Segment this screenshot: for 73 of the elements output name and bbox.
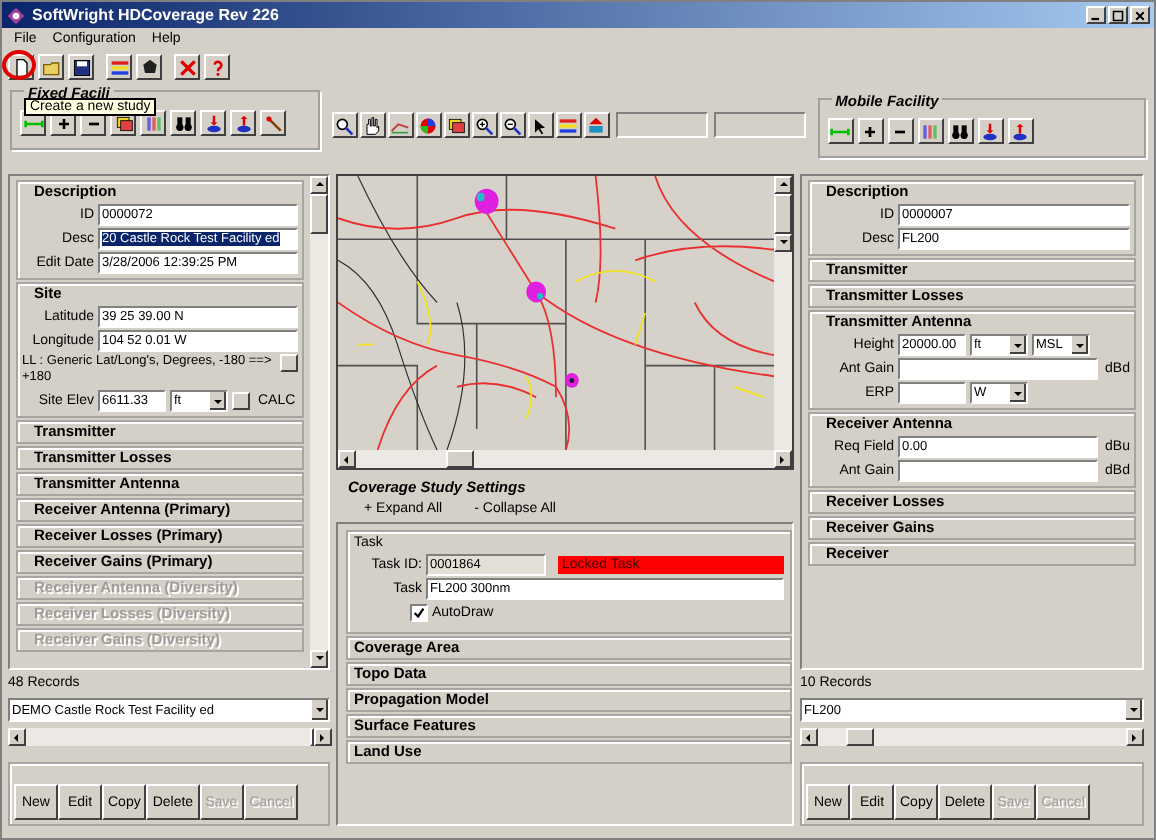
color-stripes-button[interactable] (106, 54, 132, 80)
minus-button[interactable] (887, 118, 914, 144)
dish-arrow-down-button[interactable] (977, 118, 1004, 144)
close-button[interactable] (1130, 6, 1150, 24)
folder-icon (41, 57, 61, 77)
app-icon (6, 5, 26, 25)
layers-icon (113, 113, 133, 133)
delete-icon (177, 57, 197, 77)
search-icon (334, 115, 355, 135)
color-stripes-button[interactable] (555, 112, 582, 138)
window-title: SoftWright HDCoverage Rev 226 (32, 6, 281, 24)
color-stripes-icon (109, 57, 129, 77)
search-button[interactable] (331, 112, 358, 138)
folder-button[interactable] (38, 54, 64, 80)
horizontal-scrollbar[interactable] (800, 728, 1144, 746)
pentagon-icon (139, 57, 159, 77)
binoculars-button[interactable] (947, 118, 974, 144)
dish-arrow-down-icon (980, 121, 1001, 141)
vertical-scrollbar[interactable] (774, 176, 792, 450)
delete-button[interactable] (174, 54, 200, 80)
maximize-button[interactable] (1108, 6, 1128, 24)
disk-button[interactable] (68, 54, 94, 80)
vertical-scrollbar[interactable] (310, 176, 328, 668)
browse-button[interactable] (280, 354, 298, 372)
input-field[interactable] (898, 358, 1098, 380)
status-field (713, 112, 806, 138)
plus-button[interactable] (857, 118, 884, 144)
zoom-in-icon (474, 115, 495, 135)
dish-arrow-up-button[interactable] (230, 110, 256, 136)
hand-icon (362, 115, 383, 135)
dish-arrow-up-button[interactable] (1007, 118, 1034, 144)
checkbox[interactable] (410, 604, 428, 622)
zoom-out-icon (502, 115, 523, 135)
calc-button[interactable] (232, 392, 250, 410)
status-field (615, 112, 708, 138)
close-icon (1134, 9, 1146, 21)
binoculars-icon (173, 113, 193, 133)
wand-icon (263, 113, 283, 133)
layers-icon (446, 115, 467, 135)
zoom-in-button[interactable] (471, 112, 498, 138)
bar-colors-icon (920, 121, 941, 141)
bar-colors-button[interactable] (917, 118, 944, 144)
binoculars-button[interactable] (170, 110, 196, 136)
minimize-button[interactable] (1086, 6, 1106, 24)
pointer-icon (530, 115, 551, 135)
line-tool-button[interactable] (387, 112, 414, 138)
horizontal-scrollbar[interactable] (338, 450, 792, 468)
bar-colors-icon (143, 113, 163, 133)
color-stripes-icon (558, 115, 579, 135)
zoom-out-button[interactable] (499, 112, 526, 138)
globe-button[interactable] (415, 112, 442, 138)
dish-arrow-down-icon (203, 113, 223, 133)
horizontal-scrollbar[interactable] (8, 728, 330, 746)
plus-icon (860, 121, 881, 141)
pentagon-button[interactable] (136, 54, 162, 80)
plus-icon (53, 113, 73, 133)
dish-arrow-up-icon (1010, 121, 1031, 141)
input-field[interactable] (898, 382, 966, 404)
hand-button[interactable] (359, 112, 386, 138)
dish-arrow-up-icon (233, 113, 253, 133)
help-button[interactable] (204, 54, 230, 80)
dimension-line-button[interactable] (827, 118, 854, 144)
input-field[interactable] (898, 460, 1098, 482)
dish-arrow-down-button[interactable] (200, 110, 226, 136)
dish-icon (586, 115, 607, 135)
new-document-icon (11, 57, 31, 77)
pointer-button[interactable] (527, 112, 554, 138)
globe-icon (418, 115, 439, 135)
layers-button[interactable] (443, 112, 470, 138)
maximize-icon (1112, 9, 1124, 21)
wand-button[interactable] (260, 110, 286, 136)
dish-button[interactable] (583, 112, 610, 138)
binoculars-icon (950, 121, 971, 141)
